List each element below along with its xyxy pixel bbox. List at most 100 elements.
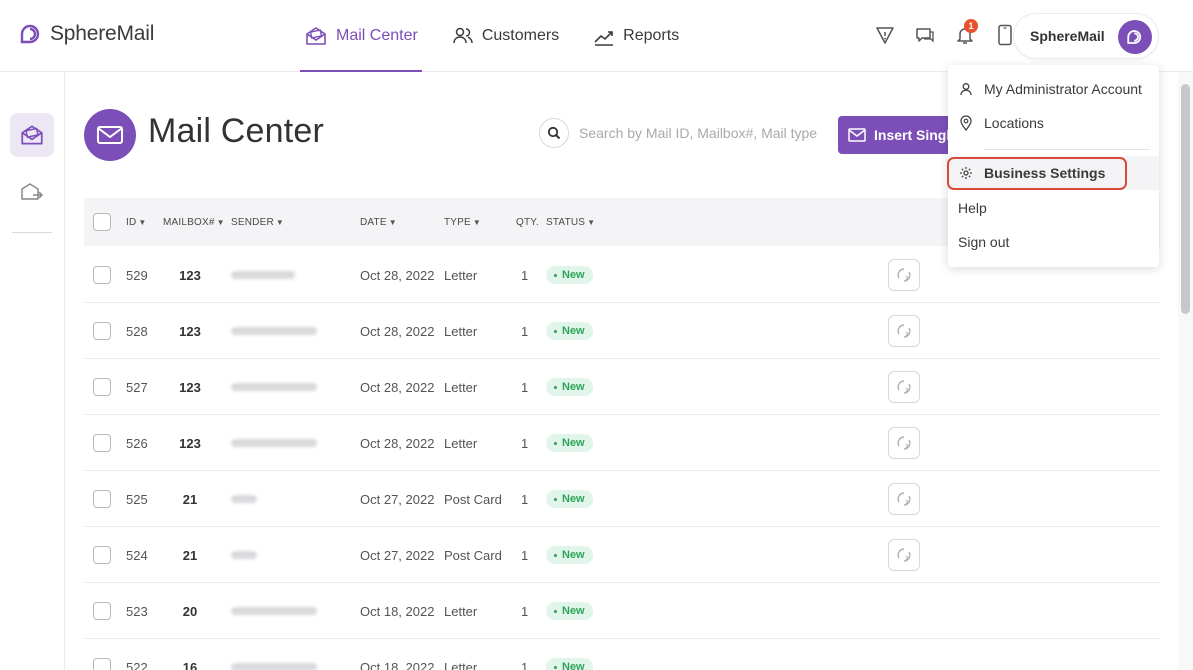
cell-mailbox: 123 [179, 379, 201, 395]
row-checkbox[interactable] [93, 378, 111, 396]
column-header-mailbox[interactable]: MAILBOX# ▼ [163, 217, 225, 228]
cell-date: Oct 28, 2022 [360, 435, 435, 451]
select-all-checkbox[interactable] [93, 213, 111, 231]
column-header-type[interactable]: TYPE ▼ [444, 217, 481, 228]
account-menu-button[interactable]: SphereMail [1013, 13, 1159, 59]
menu-item-label: Business Settings [984, 165, 1106, 181]
cell-type: Letter [444, 379, 478, 395]
column-label: STATUS [546, 216, 586, 228]
row-checkbox[interactable] [93, 602, 111, 620]
table-row[interactable]: 525 21 Oct 27, 2022 Post Card 1 New [84, 471, 1160, 527]
cell-mailbox: 123 [179, 267, 201, 283]
sidebar-item-forward[interactable] [10, 170, 54, 214]
sidebar-item-mail[interactable] [10, 113, 54, 157]
status-badge: New [546, 322, 593, 340]
status-badge: New [546, 602, 593, 620]
row-action-button[interactable] [888, 371, 920, 403]
menu-item-label: My Administrator Account [984, 81, 1142, 97]
menu-item-help[interactable]: Help [948, 191, 1159, 225]
chart-line-icon [594, 31, 614, 46]
menu-item-label: Locations [984, 115, 1044, 131]
row-checkbox[interactable] [93, 434, 111, 452]
envelope-open-icon [21, 125, 43, 145]
scrollbar-thumb[interactable] [1181, 84, 1190, 314]
page-scrollbar[interactable] [1178, 72, 1193, 670]
tab-label: Mail Center [336, 27, 418, 44]
cell-date: Oct 27, 2022 [360, 547, 435, 563]
top-icons: 1 [872, 19, 1018, 48]
status-label: New [562, 381, 585, 393]
account-dropdown-menu: My Administrator Account Locations Busin… [948, 65, 1159, 267]
status-dot [554, 385, 557, 389]
menu-item-sign-out[interactable]: Sign out [948, 225, 1159, 259]
status-label: New [562, 605, 585, 617]
cell-id: 529 [126, 267, 148, 283]
app-logo[interactable]: SphereMail [18, 22, 154, 46]
table-row[interactable]: 528 123 Oct 28, 2022 Letter 1 New [84, 303, 1160, 359]
row-checkbox[interactable] [93, 322, 111, 340]
table-row[interactable]: 527 123 Oct 28, 2022 Letter 1 New [84, 359, 1160, 415]
table-row[interactable]: 522 16 Oct 18, 2022 Letter 1 New [84, 639, 1160, 670]
row-checkbox[interactable] [93, 490, 111, 508]
cell-qty: 1 [521, 267, 529, 283]
column-header-sender[interactable]: SENDER ▼ [231, 217, 284, 228]
tab-mail-center[interactable]: Mail Center [300, 0, 422, 72]
column-header-status[interactable]: STATUS ▼ [546, 217, 595, 228]
cell-id: 522 [126, 659, 148, 670]
scan-icon [897, 324, 911, 338]
tab-reports[interactable]: Reports [589, 0, 683, 72]
status-label: New [562, 493, 585, 505]
cell-mailbox: 123 [179, 323, 201, 339]
cell-status: New [546, 527, 593, 583]
cell-sender-redacted [231, 583, 317, 639]
notification-bell-icon[interactable]: 1 [952, 19, 978, 48]
row-action-button[interactable] [888, 539, 920, 571]
menu-item-locations[interactable]: Locations [948, 106, 1159, 140]
chat-icon[interactable] [912, 22, 938, 48]
status-badge: New [546, 658, 593, 670]
search-icon[interactable] [539, 118, 569, 148]
gear-icon [958, 165, 974, 181]
column-header-date[interactable]: DATE ▼ [360, 217, 397, 228]
cell-sender-redacted [231, 359, 317, 415]
cell-type: Letter [444, 323, 478, 339]
search-bar [539, 118, 829, 148]
cell-date: Oct 28, 2022 [360, 379, 435, 395]
status-badge: New [546, 378, 593, 396]
insert-single-label: Insert Single [874, 127, 959, 143]
row-checkbox[interactable] [93, 546, 111, 564]
cell-status: New [546, 247, 593, 303]
row-checkbox[interactable] [93, 266, 111, 284]
cell-sender-redacted [231, 527, 257, 583]
row-action-button[interactable] [888, 427, 920, 459]
chevron-down-icon: ▼ [216, 217, 225, 227]
row-checkbox[interactable] [93, 658, 111, 670]
cell-mailbox: 20 [182, 603, 198, 619]
page-title: Mail Center [148, 112, 325, 150]
menu-item-admin-account[interactable]: My Administrator Account [948, 72, 1159, 106]
status-dot [554, 665, 557, 669]
column-header-id[interactable]: ID ▼ [126, 217, 147, 228]
menu-item-business-settings[interactable]: Business Settings [948, 156, 1159, 190]
cell-sender-redacted [231, 247, 295, 303]
chevron-down-icon: ▼ [587, 217, 596, 227]
status-dot [554, 329, 557, 333]
column-label: MAILBOX# [163, 216, 215, 228]
search-input[interactable] [579, 125, 829, 141]
row-action-button[interactable] [888, 315, 920, 347]
table-row[interactable]: 523 20 Oct 18, 2022 Letter 1 New [84, 583, 1160, 639]
table-row[interactable]: 524 21 Oct 27, 2022 Post Card 1 New [84, 527, 1160, 583]
cell-qty: 1 [521, 659, 529, 670]
account-name: SphereMail [1030, 28, 1105, 44]
cell-sender-redacted [231, 639, 317, 670]
chevron-down-icon: ▼ [138, 217, 147, 227]
cell-id: 525 [126, 491, 148, 507]
cell-date: Oct 27, 2022 [360, 491, 435, 507]
table-row[interactable]: 526 123 Oct 28, 2022 Letter 1 New [84, 415, 1160, 471]
cell-qty: 1 [521, 491, 529, 507]
cell-id: 524 [126, 547, 148, 563]
row-action-button[interactable] [888, 483, 920, 515]
row-action-button[interactable] [888, 259, 920, 291]
tab-customers[interactable]: Customers [448, 0, 563, 72]
alert-shield-icon[interactable] [872, 22, 898, 48]
